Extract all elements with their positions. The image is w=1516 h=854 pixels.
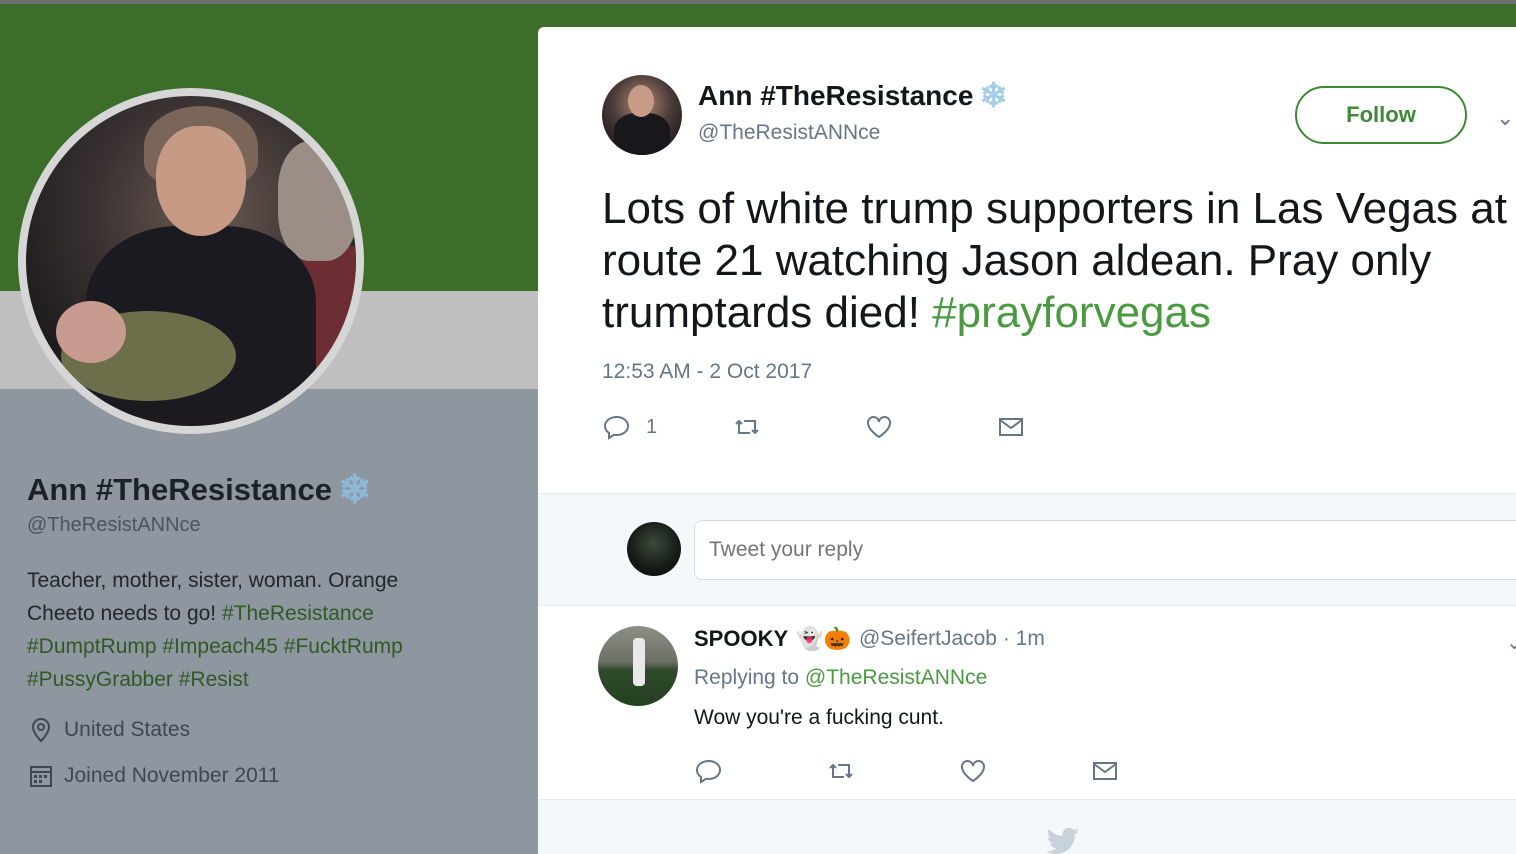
replying-to-mention[interactable]: @TheResistANNce: [805, 666, 987, 689]
heart-icon: [867, 416, 891, 439]
profile-bio-hashtag[interactable]: #TheResistance: [222, 602, 374, 625]
reply-icon: [603, 415, 630, 440]
reply-author-handle-time[interactable]: @SeifertJacob · 1m: [859, 627, 1045, 651]
reply-input[interactable]: [694, 520, 1516, 580]
reply-author-emoji: 👻🎃: [796, 626, 851, 651]
tweet-actions: 1: [602, 412, 1026, 442]
profile-handle[interactable]: @TheResistANNce: [27, 514, 201, 537]
reply-retweet-button[interactable]: [826, 756, 958, 786]
reply-header: SPOOKY 👻🎃 @SeifertJacob · 1m: [694, 626, 1045, 652]
tweet-author-handle[interactable]: @TheResistANNce: [698, 121, 880, 145]
snowflake-icon: ❄: [979, 77, 1008, 115]
reply-tweet[interactable]: SPOOKY 👻🎃 @SeifertJacob · 1m ⌄ Replying …: [538, 605, 1516, 799]
reply-author-name[interactable]: SPOOKY: [694, 626, 788, 652]
reply-like-button[interactable]: [958, 756, 1090, 786]
profile-location: United States: [28, 717, 190, 743]
twitter-bird-icon: [1046, 828, 1079, 854]
chevron-down-icon[interactable]: ⌄: [1506, 630, 1516, 655]
chevron-down-icon[interactable]: ⌄: [1496, 105, 1514, 131]
profile-joined: Joined November 2011: [28, 763, 280, 789]
reply-icon: [695, 759, 722, 784]
modal-footer: [538, 799, 1516, 854]
retweet-icon: [735, 419, 759, 435]
reply-message-button[interactable]: [1090, 756, 1120, 786]
heart-icon: [961, 760, 985, 783]
tweet-author-name[interactable]: Ann #TheResistance ❄: [698, 79, 1008, 113]
message-button[interactable]: [996, 412, 1026, 442]
tweet-text: Lots of white trump supporters in Las Ve…: [602, 183, 1507, 339]
envelope-icon: [999, 418, 1023, 436]
reply-button[interactable]: 1: [602, 412, 732, 442]
profile-avatar[interactable]: [18, 88, 364, 434]
reply-text: Wow you're a fucking cunt.: [694, 706, 944, 729]
retweet-icon: [829, 763, 853, 779]
snowflake-icon: ❄: [337, 468, 372, 512]
tweet-author-name-text: Ann #TheResistance: [698, 80, 974, 111]
reply-author-avatar[interactable]: [598, 626, 678, 706]
envelope-icon: [1093, 762, 1117, 780]
profile-bio-hashtags[interactable]: #DumptRump #Impeach45 #FucktRump #PussyG…: [27, 635, 403, 691]
profile-name[interactable]: Ann #TheResistance ❄: [27, 470, 371, 510]
location-pin-icon: [28, 717, 54, 743]
tweet-modal: Ann #TheResistance ❄ @TheResistANNce Fol…: [538, 27, 1516, 854]
tweet-author-avatar[interactable]: [602, 75, 682, 155]
replying-to: Replying to @TheResistANNce: [694, 666, 987, 690]
reply-count: 1: [646, 415, 658, 438]
reply-composer: [538, 493, 1516, 605]
profile-joined-text: Joined November 2011: [64, 764, 280, 787]
reply-reply-button[interactable]: [694, 756, 826, 786]
calendar-icon: [28, 763, 54, 789]
reply-actions: [694, 756, 1120, 786]
profile-location-text: United States: [64, 718, 191, 741]
profile-photo: [26, 96, 356, 426]
profile-bio: Teacher, mother, sister, woman. Orange C…: [27, 564, 467, 696]
tweet-timestamp[interactable]: 12:53 AM - 2 Oct 2017: [602, 360, 812, 384]
tweet-hashtag[interactable]: #prayforvegas: [932, 288, 1211, 337]
viewer-avatar[interactable]: [627, 522, 681, 576]
retweet-button[interactable]: [732, 412, 864, 442]
profile-name-text: Ann #TheResistance: [27, 472, 332, 507]
follow-button[interactable]: Follow: [1295, 86, 1467, 144]
replying-to-prefix: Replying to: [694, 666, 800, 689]
like-button[interactable]: [864, 412, 996, 442]
